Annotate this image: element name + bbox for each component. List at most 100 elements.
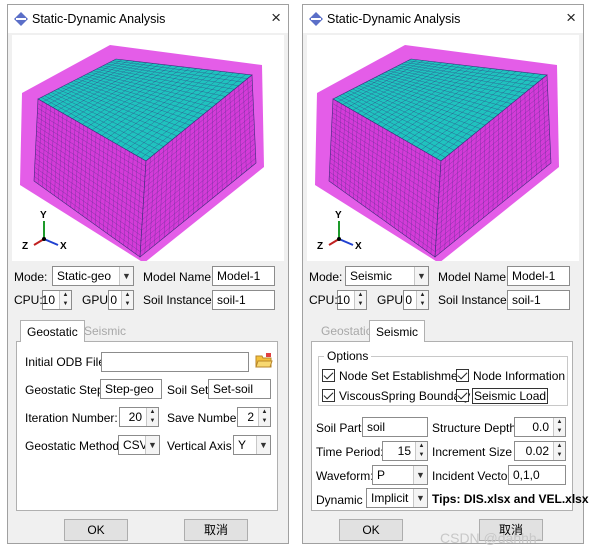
tips-text: Tips: DIS.xlsx and VEL.xlsx <box>432 492 589 506</box>
node-set-establishment-label: Node Set Establishment <box>339 369 468 383</box>
open-folder-icon[interactable] <box>255 352 273 370</box>
viscous-spring-boundary-checkbox[interactable]: ViscousSpring Boundary <box>322 388 470 404</box>
dynamic-select[interactable]: Implicit ▼ <box>366 488 428 508</box>
soil-set-input[interactable]: Set-soil <box>208 379 271 399</box>
ok-button[interactable]: OK <box>64 519 128 541</box>
title-bar: Static-Dynamic Analysis × <box>303 5 583 33</box>
watermark: CSDN @dahhh- <box>440 530 542 546</box>
soil-instance-label: Soil Instance : <box>438 293 514 307</box>
model-name-input[interactable]: Model-1 <box>507 266 570 286</box>
cpu-value: 10 <box>336 293 350 307</box>
model-name-label: Model Name: <box>438 270 510 284</box>
gpu-spinner[interactable]: 0 ▲ ▼ <box>403 290 429 310</box>
tab-seismic[interactable]: Seismic <box>78 320 132 342</box>
spinner-arrows-icon[interactable]: ▲ ▼ <box>553 442 565 460</box>
vertical-axis-label: Vertical Axis : <box>167 439 239 453</box>
increment-size-spinner[interactable]: 0.02 ▲ ▼ <box>514 441 566 461</box>
axis-label-y: Y <box>335 210 342 221</box>
cpu-spinner[interactable]: 10 ▲ ▼ <box>337 290 367 310</box>
waveform-value: P <box>377 468 386 482</box>
save-number-spinner[interactable]: 2 ▲ ▼ <box>237 407 271 427</box>
initial-odb-input[interactable] <box>101 352 249 372</box>
chevron-down-icon: ▼ <box>413 466 427 484</box>
close-icon[interactable]: × <box>271 8 281 28</box>
tab-seismic[interactable]: Seismic <box>369 320 426 342</box>
spinner-arrows-icon[interactable]: ▲ ▼ <box>416 291 428 309</box>
axis-label-z: Z <box>317 241 323 252</box>
vertical-axis-value: Y <box>238 438 247 452</box>
app-icon <box>309 12 323 26</box>
app-icon <box>14 12 28 26</box>
cancel-button[interactable]: 取消 <box>184 519 248 541</box>
window-title: Static-Dynamic Analysis <box>32 12 166 26</box>
axis-triad: Y Z X <box>317 210 362 252</box>
waveform-select[interactable]: P ▼ <box>372 465 428 485</box>
geostatic-method-label: Geostatic Method: <box>25 439 123 453</box>
iteration-number-label: Iteration Number: <box>25 411 118 425</box>
axis-label-x: X <box>355 241 362 252</box>
viscous-spring-boundary-label: ViscousSpring Boundary <box>339 389 471 403</box>
structure-depth-spinner[interactable]: 0.0 ▲ ▼ <box>514 417 566 437</box>
close-icon[interactable]: × <box>566 8 576 28</box>
mode-value: Static-geo <box>57 269 112 283</box>
model-name-input[interactable]: Model-1 <box>212 266 275 286</box>
soil-instance-input[interactable]: soil-1 <box>507 290 570 310</box>
dynamic-value: Implicit <box>371 491 409 505</box>
geostatic-method-select[interactable]: CSV ▼ <box>118 435 160 455</box>
incident-vector-label: Incident Vector: <box>432 469 515 483</box>
geostatic-step-input[interactable]: Step-geo <box>100 379 162 399</box>
seismic-load-label: Seismic Load <box>471 388 549 404</box>
geostatic-method-value: CSV <box>123 438 148 452</box>
dynamic-label: Dynamic : <box>316 493 370 507</box>
soil-instance-input[interactable]: soil-1 <box>212 290 275 310</box>
node-set-establishment-checkbox[interactable]: Node Set Establishment <box>322 368 468 384</box>
node-information-checkbox[interactable]: Node Information <box>456 368 565 384</box>
spinner-arrows-icon[interactable]: ▲ ▼ <box>121 291 133 309</box>
checkbox-checked-icon <box>322 389 335 402</box>
soil-mesh-image: Y Z X <box>315 45 559 261</box>
increment-size-label: Increment Size : <box>432 445 519 459</box>
geostatic-panel: Initial ODB File: Geostatic Step: Step-g… <box>16 341 278 511</box>
spinner-arrows-icon[interactable]: ▲ ▼ <box>59 291 71 309</box>
cpu-spinner[interactable]: 10 ▲ ▼ <box>42 290 72 310</box>
incident-vector-input[interactable]: 0,1,0 <box>508 465 566 485</box>
seismic-load-checkbox[interactable]: Seismic Load <box>456 388 549 404</box>
iteration-number-spinner[interactable]: 20 ▲ ▼ <box>119 407 159 427</box>
options-title: Options <box>324 349 372 363</box>
soil-mesh-image: Y Z X <box>20 45 264 261</box>
tab-geostatic[interactable]: Geostatic <box>20 320 85 342</box>
vertical-axis-select[interactable]: Y ▼ <box>233 435 271 455</box>
model-viewport[interactable]: Y Z X <box>12 35 284 261</box>
node-information-label: Node Information <box>473 369 566 383</box>
soil-part-input[interactable]: soil <box>362 417 428 437</box>
chevron-down-icon: ▼ <box>413 489 427 507</box>
time-period-value: 15 <box>397 444 411 458</box>
title-bar: Static-Dynamic Analysis × <box>8 5 288 33</box>
time-period-spinner[interactable]: 15 ▲ ▼ <box>382 441 428 461</box>
axis-label-y: Y <box>40 210 47 221</box>
ok-button[interactable]: OK <box>339 519 403 541</box>
gpu-label: GPU: <box>377 293 407 307</box>
spinner-arrows-icon[interactable]: ▲ ▼ <box>415 442 427 460</box>
structure-depth-value: 0.0 <box>532 420 549 434</box>
structure-depth-label: Structure Depth: <box>432 421 520 435</box>
model-viewport[interactable]: Y Z X <box>307 35 579 261</box>
mode-select[interactable]: Seismic ▼ <box>345 266 429 286</box>
gpu-value: 0 <box>405 293 412 307</box>
spinner-arrows-icon[interactable]: ▲ ▼ <box>258 408 270 426</box>
model-name-label: Model Name: <box>143 270 215 284</box>
window-title: Static-Dynamic Analysis <box>327 12 461 26</box>
spinner-arrows-icon[interactable]: ▲ ▼ <box>553 418 565 436</box>
soil-set-label: Soil Set: <box>167 383 212 397</box>
axis-label-x: X <box>60 241 67 252</box>
chevron-down-icon: ▼ <box>256 436 270 454</box>
checkbox-checked-icon <box>456 389 469 402</box>
spinner-arrows-icon[interactable]: ▲ ▼ <box>354 291 366 309</box>
time-period-label: Time Period: <box>316 445 384 459</box>
mode-select[interactable]: Static-geo ▼ <box>52 266 134 286</box>
checkbox-checked-icon <box>456 369 469 382</box>
spinner-arrows-icon[interactable]: ▲ ▼ <box>146 408 158 426</box>
gpu-spinner[interactable]: 0 ▲ ▼ <box>108 290 134 310</box>
static-dynamic-dialog-geostatic: Static-Dynamic Analysis × Y Z X Mode: Stat… <box>7 4 289 544</box>
seismic-panel: Options Node Set Establishment Node Info… <box>311 341 589 511</box>
